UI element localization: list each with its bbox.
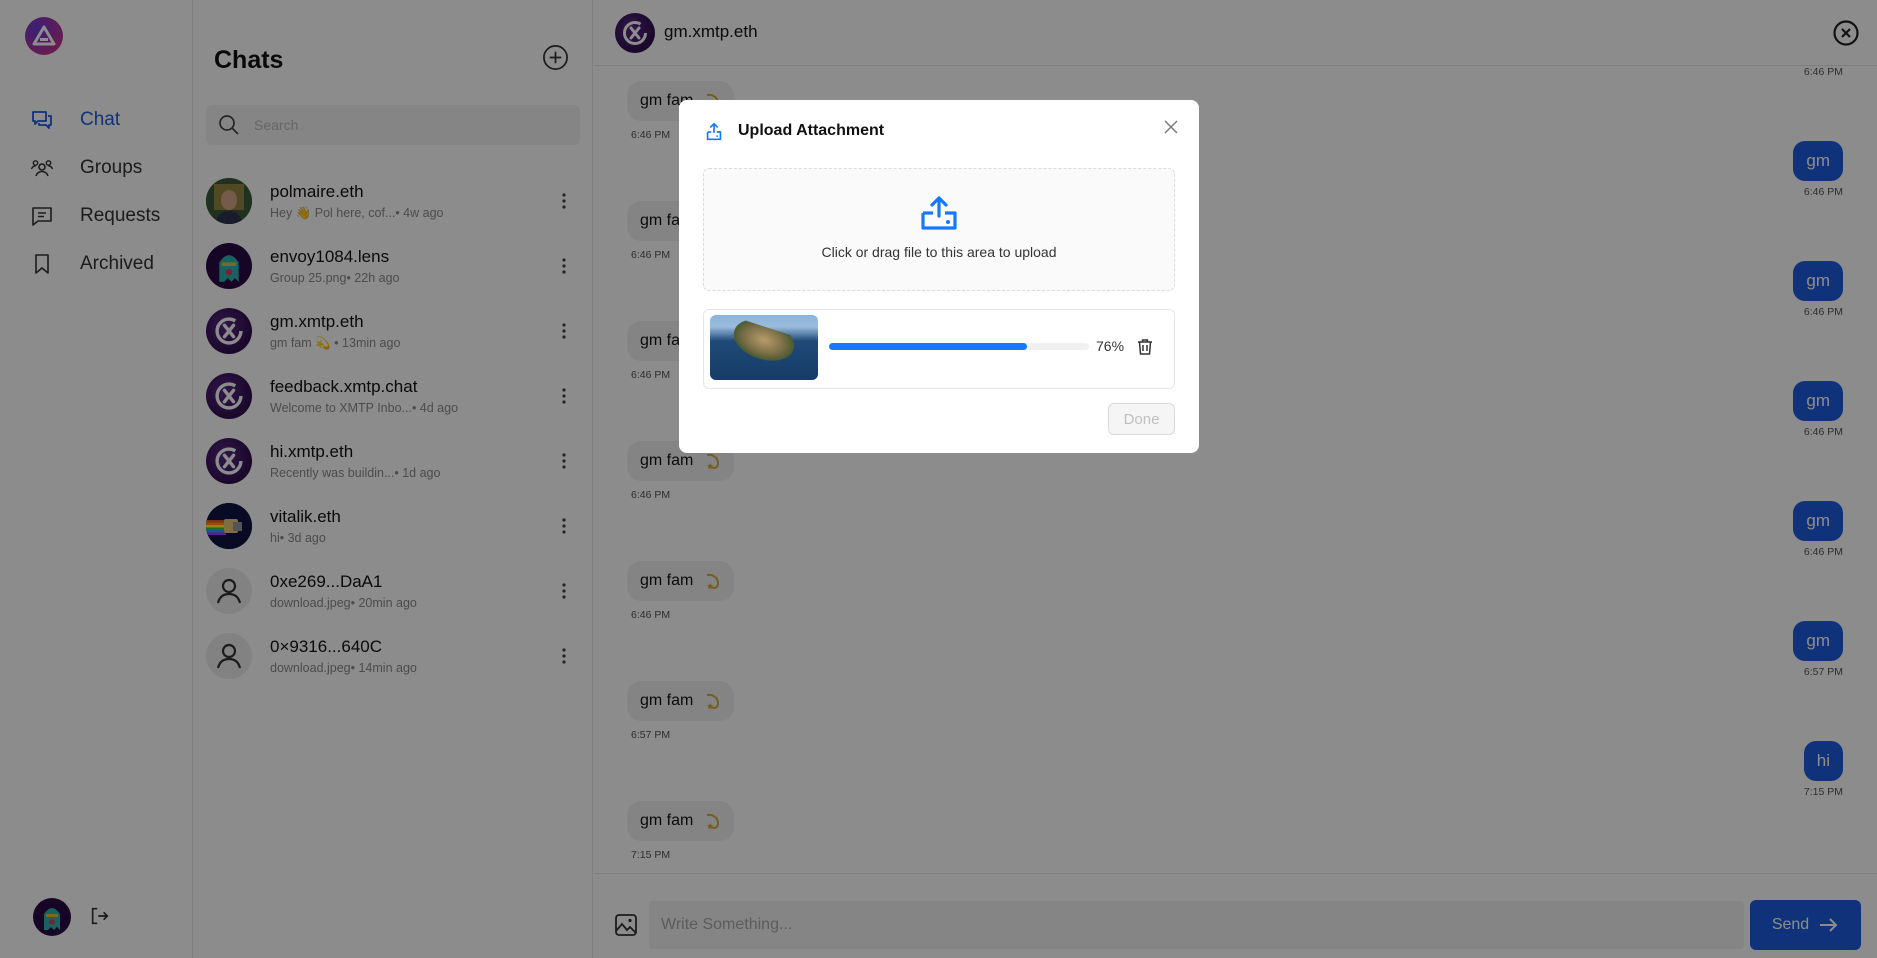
close-icon[interactable]	[1163, 119, 1179, 135]
upload-progress-fill	[829, 343, 1027, 350]
trash-icon[interactable]	[1136, 338, 1154, 356]
dropzone-hint: Click or drag file to this area to uploa…	[821, 244, 1057, 260]
upload-progress-bar	[829, 343, 1089, 350]
upload-attachment-modal: Upload Attachment Click or drag file to …	[679, 100, 1199, 453]
modal-title: Upload Attachment	[738, 122, 885, 139]
file-thumbnail	[710, 315, 818, 380]
upload-tray-icon	[921, 196, 957, 230]
uploaded-file-item: 76%	[703, 309, 1175, 389]
file-dropzone[interactable]: Click or drag file to this area to uploa…	[703, 168, 1175, 291]
upload-icon	[706, 122, 722, 141]
done-button[interactable]: Done	[1108, 403, 1175, 435]
upload-progress-label: 76%	[1096, 338, 1125, 354]
